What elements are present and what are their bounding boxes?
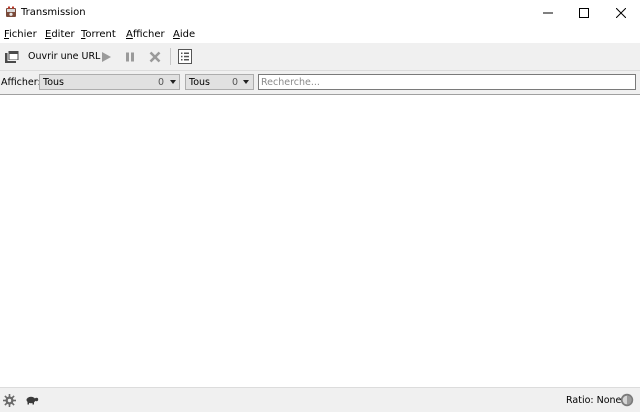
transmission-app-icon bbox=[5, 6, 17, 18]
menu-torrent[interactable]: Torrent bbox=[81, 28, 116, 41]
menu-afficher-label: fficher bbox=[132, 29, 165, 40]
open-folder-icon bbox=[5, 49, 20, 63]
menu-fichier[interactable]: Fichier bbox=[4, 28, 37, 41]
window-title: Transmission bbox=[21, 7, 86, 18]
menu-afficher-mnemonic: A bbox=[126, 29, 133, 40]
tracker-filter-value: Tous bbox=[189, 77, 210, 88]
turtle-icon[interactable] bbox=[25, 395, 39, 405]
toolbar: Ouvrir une URL bbox=[0, 43, 640, 70]
activity-filter-select[interactable]: Tous 0 bbox=[39, 74, 180, 90]
status-bar: Ratio: None bbox=[0, 388, 640, 412]
remove-x-icon bbox=[149, 51, 161, 62]
gear-icon[interactable] bbox=[3, 394, 16, 407]
open-url-label: Ouvrir une URL bbox=[28, 51, 101, 62]
maximize-button[interactable] bbox=[566, 0, 602, 26]
menu-fichier-label: ichier bbox=[9, 29, 37, 40]
properties-list-icon bbox=[178, 49, 192, 64]
chevron-down-icon bbox=[170, 80, 176, 84]
title-bar[interactable]: Transmission bbox=[0, 0, 640, 26]
properties-button[interactable] bbox=[178, 47, 192, 66]
menu-aide-label: ide bbox=[179, 29, 196, 40]
activity-filter-value: Tous bbox=[43, 77, 64, 88]
menu-afficher[interactable]: Afficher bbox=[126, 28, 165, 41]
pause-button[interactable] bbox=[124, 47, 136, 66]
close-button[interactable] bbox=[603, 0, 639, 26]
torrent-list[interactable] bbox=[0, 94, 640, 388]
tracker-filter-select[interactable]: Tous 0 bbox=[185, 74, 254, 90]
transmission-window: Transmission Fichier Editer Torrent Affi… bbox=[0, 0, 640, 412]
menu-bar: Fichier Editer Torrent Afficher Aide bbox=[0, 26, 640, 43]
start-button[interactable] bbox=[100, 47, 112, 66]
chevron-down-icon bbox=[243, 80, 249, 84]
play-icon bbox=[102, 51, 111, 62]
ratio-icon bbox=[620, 393, 634, 407]
activity-filter-count: 0 bbox=[158, 77, 165, 88]
menu-torrent-label: orrent bbox=[85, 29, 116, 40]
minimize-icon bbox=[543, 12, 553, 14]
menu-aide[interactable]: Aide bbox=[173, 28, 195, 41]
minimize-button[interactable] bbox=[530, 0, 566, 26]
toolbar-separator bbox=[170, 48, 171, 65]
filter-label: Afficher: bbox=[1, 77, 41, 88]
ratio-text[interactable]: Ratio: None bbox=[566, 395, 621, 407]
open-url-button[interactable]: Ouvrir une URL bbox=[22, 47, 100, 66]
filter-bar: Afficher: Tous 0 Tous 0 bbox=[0, 70, 640, 94]
pause-icon bbox=[126, 52, 134, 61]
tracker-filter-count: 0 bbox=[232, 77, 239, 88]
remove-button[interactable] bbox=[149, 47, 161, 66]
menu-aide-mnemonic: A bbox=[173, 29, 180, 40]
close-icon bbox=[616, 8, 626, 18]
open-torrent-button[interactable] bbox=[4, 47, 20, 66]
maximize-icon bbox=[579, 8, 589, 18]
menu-editer-label: diter bbox=[51, 29, 75, 40]
menu-editer[interactable]: Editer bbox=[45, 28, 75, 41]
search-input[interactable] bbox=[258, 74, 636, 90]
